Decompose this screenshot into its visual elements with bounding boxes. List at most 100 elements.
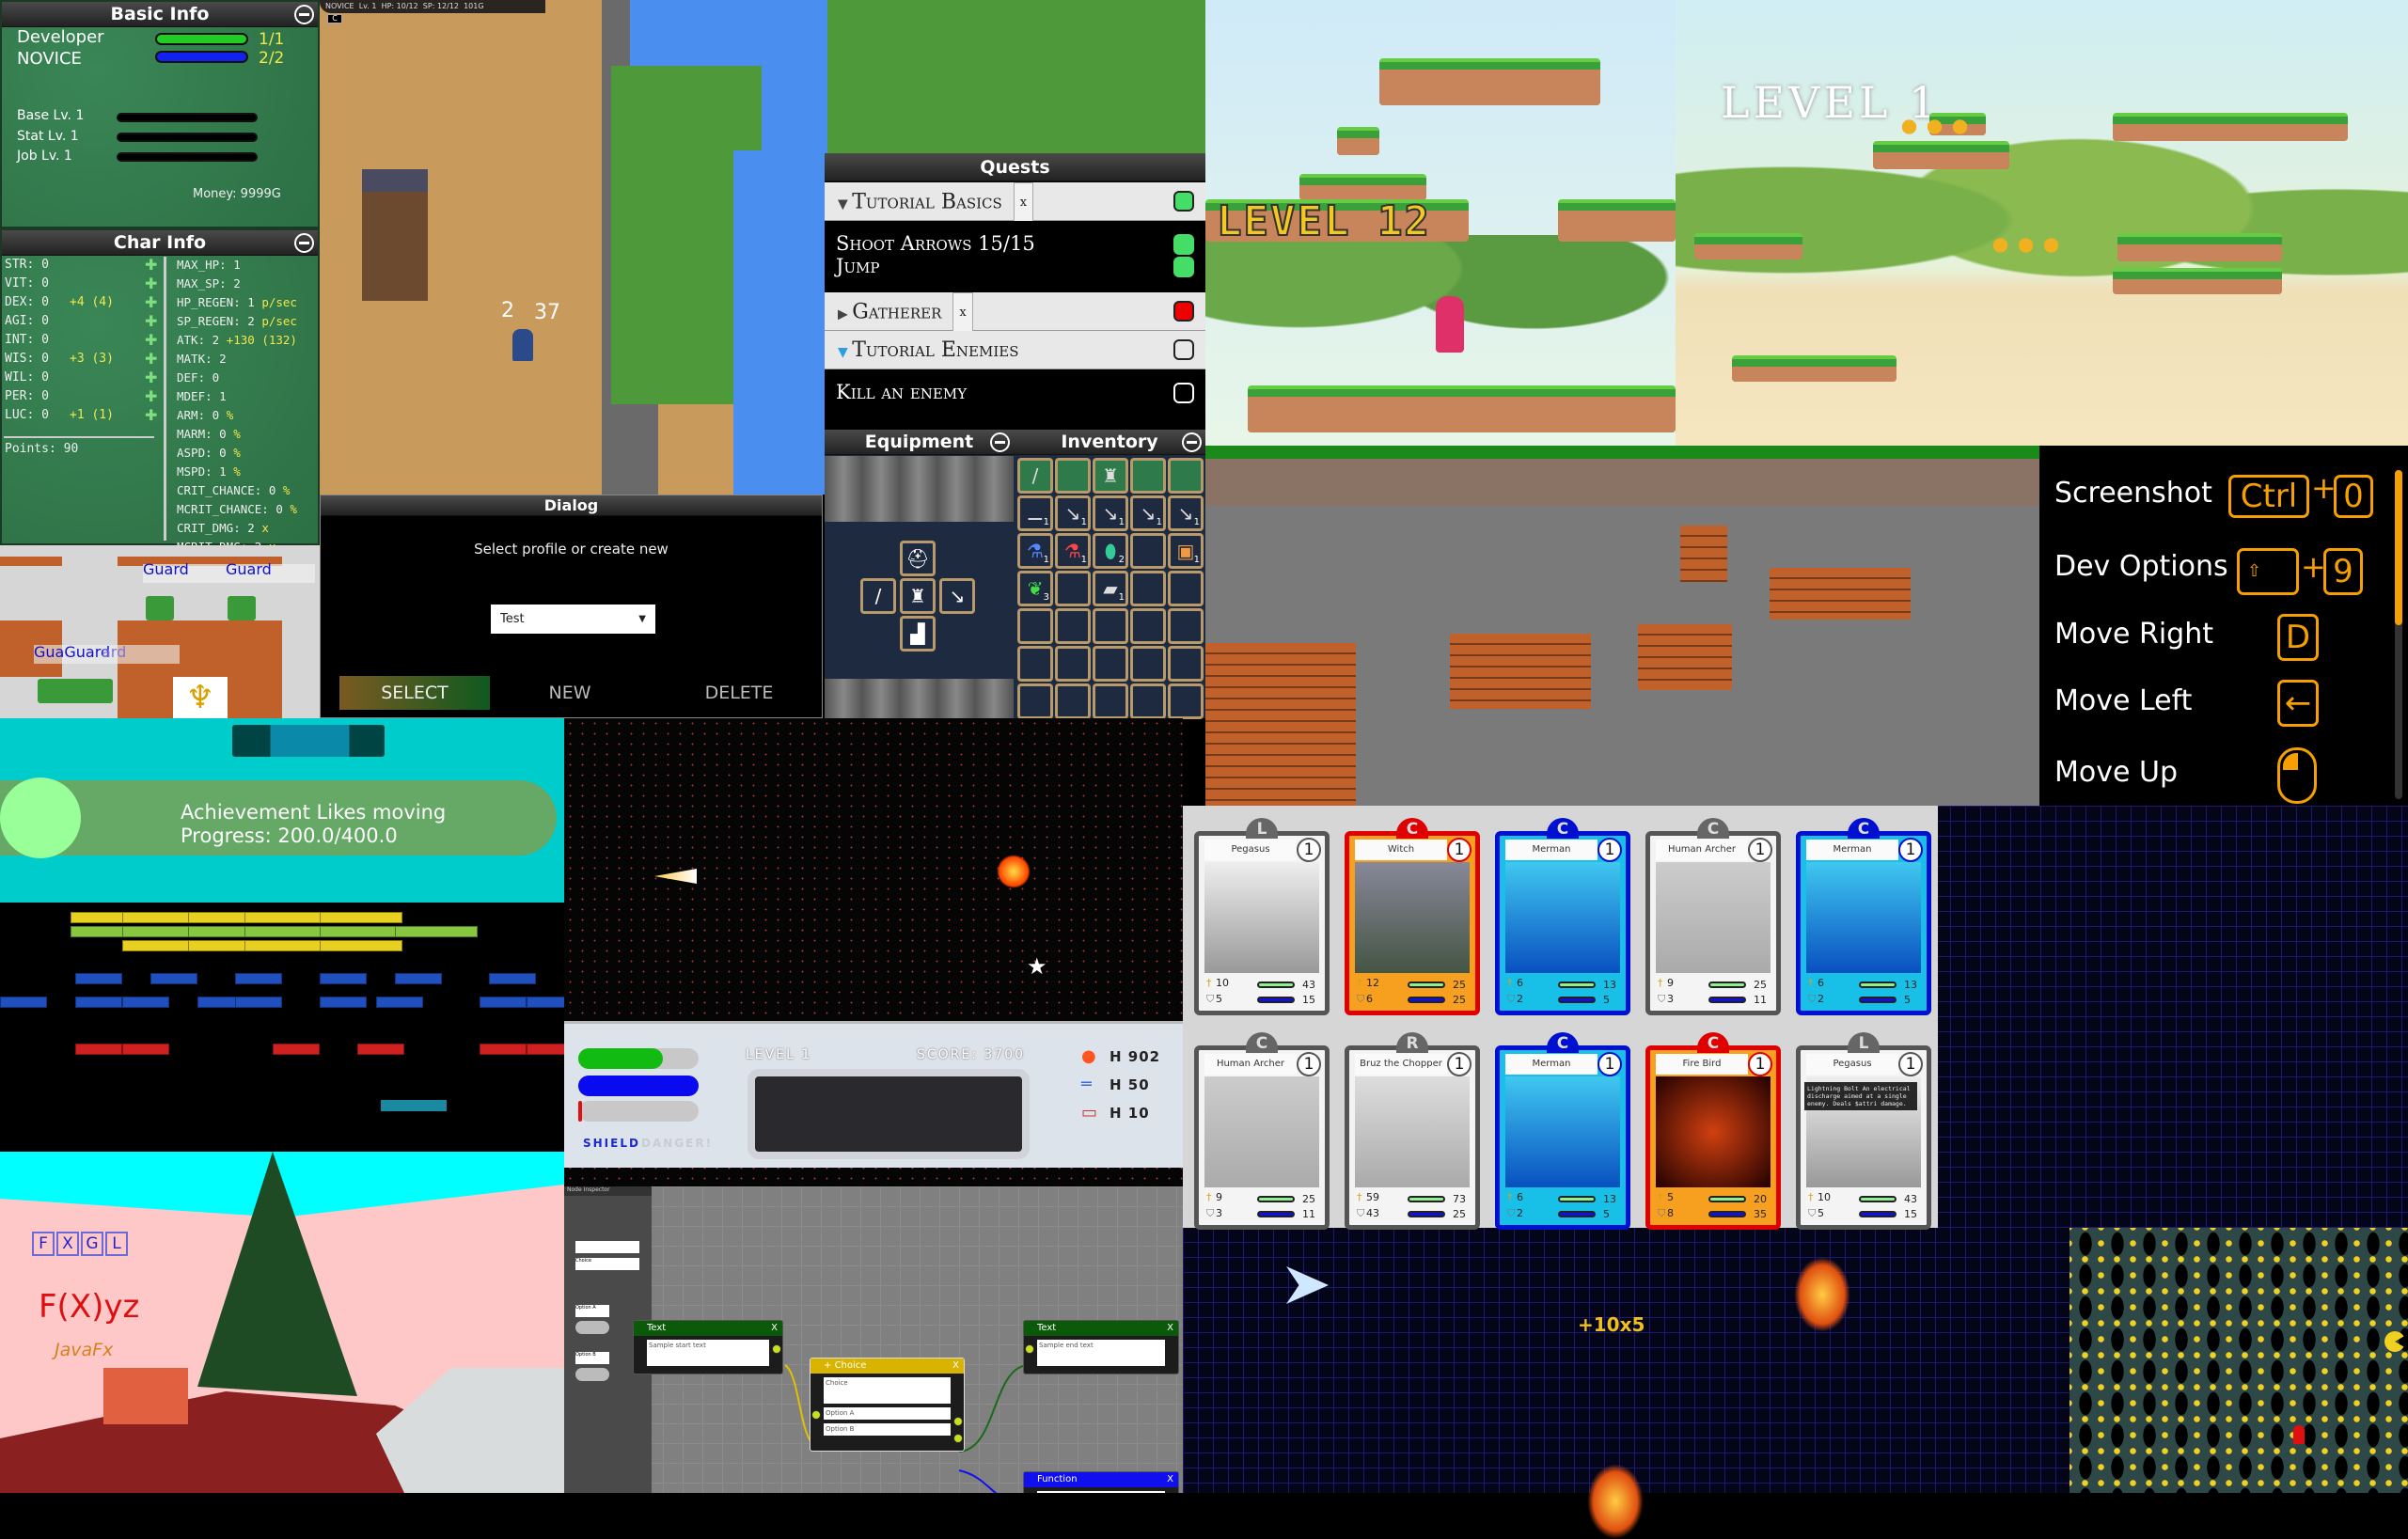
inventory-slot[interactable] <box>1130 683 1166 719</box>
inventory-slot[interactable] <box>1168 458 1204 494</box>
increase-attribute-plus-icon[interactable]: ✚ <box>145 369 157 386</box>
close-node-button[interactable]: X <box>1167 1321 1173 1336</box>
close-node-button[interactable]: X <box>1167 1472 1173 1487</box>
increase-attribute-plus-icon[interactable]: ✚ <box>145 331 157 349</box>
remove-quest-button[interactable]: x <box>1013 182 1034 223</box>
increase-attribute-plus-icon[interactable]: ✚ <box>145 350 157 368</box>
minimize-icon[interactable] <box>294 5 314 24</box>
inventory-slot[interactable]: ⬮ 2 <box>1093 533 1128 569</box>
inventory-slot[interactable]: ▰ 1 <box>1093 571 1128 606</box>
inventory-slot[interactable]: ♜ <box>1093 458 1128 494</box>
increase-attribute-plus-icon[interactable]: ✚ <box>145 312 157 330</box>
increase-attribute-plus-icon[interactable]: ✚ <box>145 256 157 274</box>
inventory-slot[interactable] <box>1055 646 1091 682</box>
boots-slot[interactable]: ▟ <box>900 616 936 652</box>
score-popup: +10x5 <box>1578 1313 1645 1336</box>
increase-attribute-plus-icon[interactable]: ✚ <box>145 387 157 405</box>
select-button[interactable]: SELECT <box>339 676 490 710</box>
card-pegasus[interactable]: L Pegasus 1 Lightning Bolt An electrical di… <box>1796 1032 1931 1230</box>
quest-group-tutorial-enemies[interactable]: ▼ Tutorial Enemies <box>825 331 1205 369</box>
increase-attribute-plus-icon[interactable]: ✚ <box>145 293 157 311</box>
profile-select[interactable]: Test ▼ <box>491 605 655 634</box>
inventory-slot[interactable] <box>1093 683 1128 719</box>
inventory-slot[interactable] <box>1168 608 1204 644</box>
output-port[interactable] <box>953 1434 963 1443</box>
inventory-slot[interactable] <box>1130 608 1166 644</box>
input-port[interactable] <box>1025 1344 1034 1354</box>
card-human-archer[interactable]: C Human Archer 1 † 9 ⛉ 3 25 11 <box>1645 818 1781 1015</box>
node-text-field[interactable]: Choice <box>824 1377 951 1404</box>
inventory-slot[interactable]: ▣ 1 <box>1168 533 1204 569</box>
inventory-slot[interactable]: ⚊ 1 <box>1017 495 1053 531</box>
card-pegasus[interactable]: L Pegasus 1 † 10 ⛉ 5 43 15 <box>1194 818 1330 1015</box>
minimize-icon[interactable] <box>1182 432 1202 452</box>
inventory-slot[interactable] <box>1055 608 1091 644</box>
inventory-slot[interactable] <box>1130 533 1166 569</box>
helmet-slot[interactable]: ⛑ <box>900 541 936 576</box>
option-field[interactable]: Option B <box>824 1423 951 1436</box>
inventory-slot[interactable]: ↘ 1 <box>1055 495 1091 531</box>
key-9: 9 <box>2323 548 2363 595</box>
card-witch[interactable]: C Witch 1 † 12 ⛉ 6 25 25 <box>1345 818 1480 1015</box>
output-port[interactable] <box>953 1417 963 1426</box>
inventory-slot[interactable] <box>1093 646 1128 682</box>
inventory-slot[interactable] <box>1055 571 1091 606</box>
scrollbar[interactable] <box>2395 470 2402 799</box>
minimize-icon[interactable] <box>294 233 314 253</box>
expanded-triangle-icon[interactable]: ▼ <box>838 197 852 212</box>
hotkey-c-button[interactable]: C <box>327 14 342 24</box>
increase-attribute-plus-icon[interactable]: ✚ <box>145 275 157 292</box>
inventory-slot[interactable]: ❦ 3 <box>1017 571 1053 606</box>
inventory-slot[interactable]: ⚗ 1 <box>1055 533 1091 569</box>
close-node-button[interactable]: X <box>771 1321 778 1336</box>
card-merman[interactable]: C Merman 1 † 6 ⛉ 2 13 5 <box>1495 818 1630 1015</box>
inventory-slot[interactable]: ⚗ 1 <box>1017 533 1053 569</box>
inventory-slot[interactable]: / <box>1017 458 1053 494</box>
inventory-slot[interactable] <box>1168 646 1204 682</box>
text-node-end[interactable]: Text X Sample end text <box>1023 1320 1179 1374</box>
inventory-slot[interactable] <box>1017 608 1053 644</box>
inventory-slot[interactable] <box>1130 458 1166 494</box>
delete-button[interactable]: DELETE <box>678 676 800 710</box>
inventory-slot[interactable] <box>1055 458 1091 494</box>
increase-attribute-plus-icon[interactable]: ✚ <box>145 406 157 424</box>
expanded-triangle-icon[interactable]: ▼ <box>838 345 852 360</box>
new-button[interactable]: NEW <box>518 676 622 710</box>
choice-node[interactable]: + Choice X Choice Option A Option B <box>810 1358 965 1452</box>
inventory-slot[interactable] <box>1093 608 1128 644</box>
scrollbar-thumb[interactable] <box>2395 470 2402 625</box>
input-port[interactable] <box>811 1410 821 1420</box>
quest-group-tutorial-basics[interactable]: ▼ Tutorial Basics x <box>825 182 1205 223</box>
inventory-slot[interactable] <box>1130 571 1166 606</box>
close-node-button[interactable]: X <box>952 1358 959 1374</box>
remove-quest-button[interactable]: x <box>952 292 973 333</box>
inventory-slot[interactable] <box>1168 571 1204 606</box>
inventory-slot[interactable]: ↘ 1 <box>1130 495 1166 531</box>
text-node-start[interactable]: Text X Sample start text <box>633 1320 783 1374</box>
inventory-slot[interactable]: ↘ 1 <box>1168 495 1204 531</box>
weapon-slot[interactable]: / <box>860 578 896 614</box>
offhand-slot[interactable]: ↘ <box>939 578 975 614</box>
character-name: Developer <box>17 27 104 47</box>
add-option-button[interactable]: + <box>824 1360 831 1371</box>
output-port[interactable] <box>772 1344 781 1354</box>
card-fire-bird[interactable]: C Fire Bird 1 † 5 ⛉ 8 20 35 <box>1645 1032 1781 1230</box>
card-bruz-the-chopper[interactable]: R Bruz the Chopper 1 † 59 ⛉ 43 73 25 <box>1345 1032 1480 1230</box>
armor-slot[interactable]: ♜ <box>900 578 936 614</box>
inventory-slot[interactable]: ↘ 1 <box>1093 495 1128 531</box>
collapsed-triangle-icon[interactable]: ▶ <box>838 307 852 322</box>
option-field[interactable]: Option A <box>824 1407 951 1420</box>
card-merman[interactable]: C Merman 1 † 6 ⛉ 2 13 5 <box>1796 818 1931 1015</box>
inventory-slot[interactable] <box>1130 646 1166 682</box>
quest-group-gatherer[interactable]: ▶ Gatherer x <box>825 292 1205 333</box>
node-text-field[interactable]: Sample start text <box>647 1340 769 1366</box>
node-text-field[interactable]: Sample end text <box>1037 1340 1165 1366</box>
card-human-archer[interactable]: C Human Archer 1 † 9 ⛉ 3 25 11 <box>1194 1032 1330 1230</box>
inventory-slot[interactable] <box>1055 683 1091 719</box>
inventory-slot[interactable] <box>1017 646 1053 682</box>
card-merman[interactable]: C Merman 1 † 6 ⛉ 2 13 5 <box>1495 1032 1630 1230</box>
inventory-slot[interactable] <box>1168 683 1204 719</box>
minimize-icon[interactable] <box>990 432 1010 452</box>
function-node[interactable]: FunctionX functionCall <box>1023 1471 1179 1493</box>
inventory-slot[interactable] <box>1017 683 1053 719</box>
